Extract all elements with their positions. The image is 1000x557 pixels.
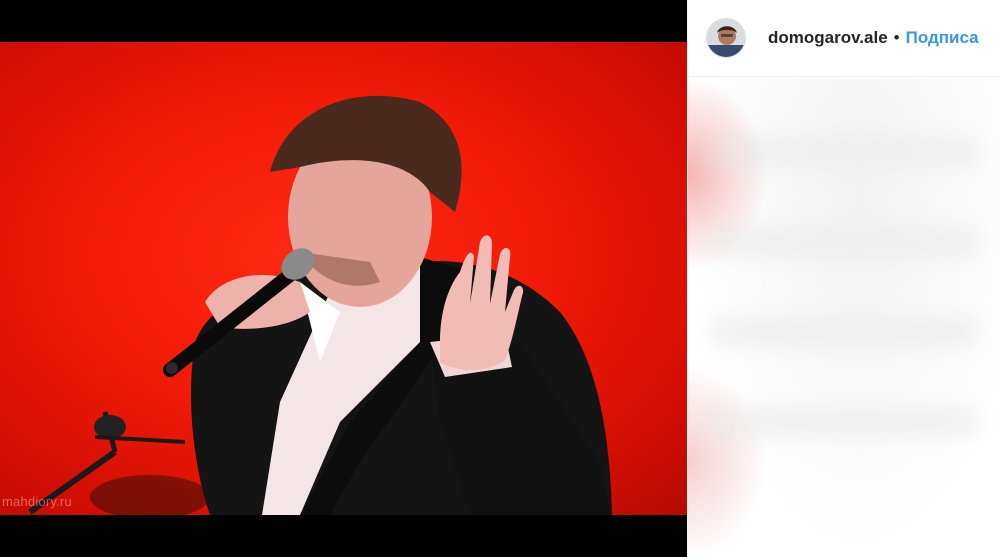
blurred-comment (708, 228, 980, 256)
blurred-comment (708, 408, 980, 436)
separator-dot: • (893, 28, 900, 47)
author-username[interactable]: domogarov.ale (768, 28, 888, 48)
comments-area-blurred (688, 78, 1000, 557)
follow-button[interactable]: Подписа (906, 28, 979, 48)
post-photo: mahdiory.ru (0, 42, 687, 515)
blurred-comment (708, 138, 980, 166)
post-media[interactable]: mahdiory.ru (0, 0, 687, 557)
blurred-comment (708, 318, 980, 346)
singer-illustration (28, 95, 612, 515)
photo-watermark: mahdiory.ru (2, 494, 72, 509)
post-sidebar: domogarov.ale • Подписа (687, 0, 1000, 557)
post-header: domogarov.ale • Подписа (688, 0, 1000, 77)
instagram-post-embed: mahdiory.ru domogarov.ale • Подписа (0, 0, 1000, 557)
avatar-image-icon (707, 19, 745, 57)
profile-avatar[interactable] (706, 18, 746, 58)
